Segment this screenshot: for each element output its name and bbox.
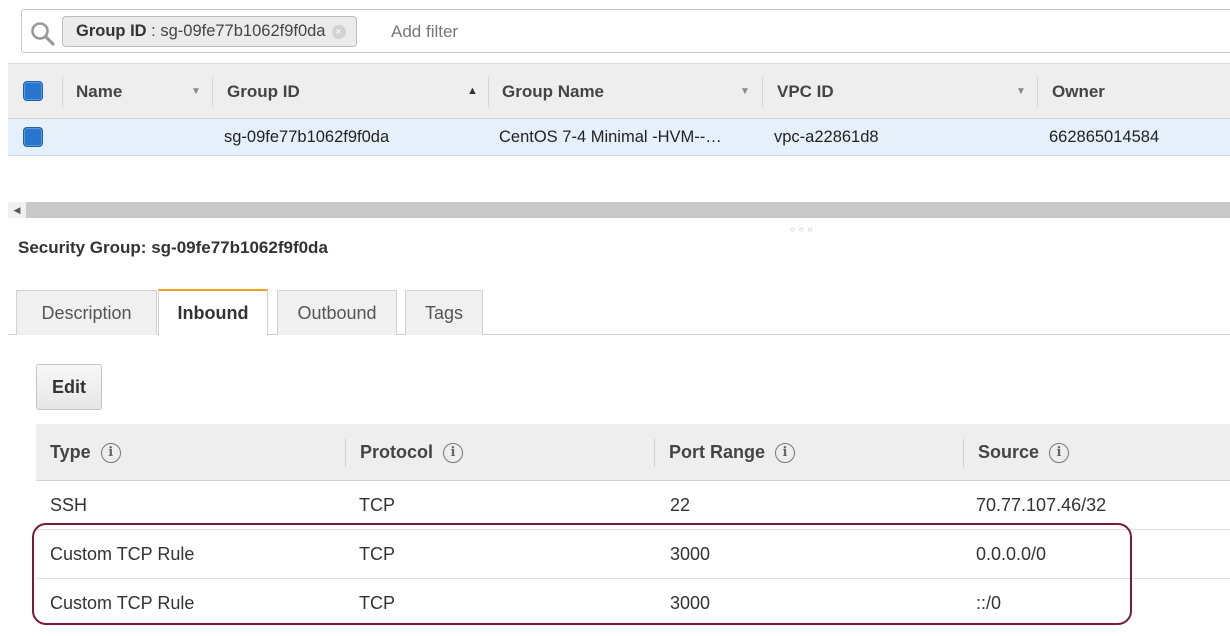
select-all-checkbox[interactable] — [23, 81, 43, 101]
column-divider — [488, 77, 489, 107]
cell-protocol: TCP — [359, 593, 395, 613]
table-row: SSH TCP 22 70.77.107.46/32 — [36, 481, 1230, 530]
add-filter-input[interactable] — [391, 19, 891, 45]
cell-port-range: 22 — [670, 495, 691, 515]
sort-caret-icon[interactable]: ▼ — [740, 64, 750, 119]
cell-source: 0.0.0.0/0 — [976, 544, 1047, 564]
column-divider — [963, 439, 964, 467]
details-title: Security Group: sg-09fe77b1062f9f0da — [18, 238, 328, 258]
search-icon — [31, 22, 55, 46]
table-row[interactable]: sg-09fe77b1062f9f0da CentOS 7-4 Minimal … — [8, 119, 1230, 156]
info-icon[interactable]: i — [775, 443, 796, 464]
cell-port-range: 3000 — [670, 544, 711, 564]
table-header: Type i Protocol i Port Range i Source i — [36, 424, 1230, 481]
column-divider — [212, 77, 213, 107]
column-header-group-name[interactable]: Group Name — [502, 64, 604, 119]
column-header-protocol-label: Protocol — [360, 442, 434, 462]
cell-protocol: TCP — [359, 495, 395, 515]
filter-chip-group-id[interactable]: Group ID : sg-09fe77b1062f9f0da × — [62, 16, 357, 47]
column-divider — [654, 439, 655, 467]
cell-group-id: sg-09fe77b1062f9f0da — [224, 128, 390, 146]
horizontal-scrollbar[interactable]: ◀ — [8, 202, 1230, 218]
column-header-protocol: Protocol i — [360, 424, 464, 481]
details-title-label: Security Group: — [18, 238, 152, 257]
column-header-name[interactable]: Name — [76, 64, 122, 119]
tab-outbound[interactable]: Outbound — [277, 290, 397, 335]
cell-source: 70.77.107.46/32 — [976, 495, 1107, 515]
filter-chip-separator: : — [146, 22, 161, 40]
column-header-type: Type i — [50, 424, 121, 481]
column-header-port-range: Port Range i — [669, 424, 796, 481]
cell-type: Custom TCP Rule — [50, 593, 195, 613]
column-header-vpc-id[interactable]: VPC ID — [777, 64, 834, 119]
cell-group-name: CentOS 7-4 Minimal -HVM--… — [499, 128, 722, 146]
row-checkbox[interactable] — [23, 127, 43, 147]
info-icon[interactable]: i — [1049, 443, 1070, 464]
cell-port-range: 3000 — [670, 593, 711, 613]
column-divider — [62, 77, 63, 107]
table-row: Custom TCP Rule TCP 3000 0.0.0.0/0 — [36, 530, 1230, 579]
filter-bar: Group ID : sg-09fe77b1062f9f0da × — [21, 9, 1230, 53]
filter-chip-key: Group ID — [76, 22, 147, 40]
filter-chip-value: sg-09fe77b1062f9f0da — [160, 22, 326, 40]
remove-filter-icon[interactable]: × — [331, 25, 346, 39]
sort-ascending-icon[interactable]: ▲ — [467, 64, 478, 119]
column-header-type-label: Type — [50, 442, 91, 462]
column-header-source-label: Source — [978, 442, 1040, 462]
tab-description[interactable]: Description — [16, 290, 157, 335]
column-header-port-range-label: Port Range — [669, 442, 766, 462]
cell-protocol: TCP — [359, 544, 395, 564]
column-header-group-id[interactable]: Group ID — [227, 64, 300, 119]
scroll-left-icon[interactable]: ◀ — [8, 202, 26, 218]
column-header-source: Source i — [978, 424, 1070, 481]
table-row: Custom TCP Rule TCP 3000 ::/0 — [36, 579, 1230, 628]
cell-type: Custom TCP Rule — [50, 544, 195, 564]
inbound-rules-table: Type i Protocol i Port Range i Source i SSH … — [36, 424, 1230, 628]
tab-tags[interactable]: Tags — [405, 290, 483, 335]
sort-caret-icon[interactable]: ▼ — [191, 64, 201, 119]
pane-resize-handle[interactable]: ○○○ — [790, 225, 817, 234]
column-divider — [762, 77, 763, 107]
details-tabs: Description Inbound Outbound Tags — [8, 289, 1230, 336]
column-divider — [1037, 77, 1038, 107]
cell-type: SSH — [50, 495, 88, 515]
info-icon[interactable]: i — [100, 443, 121, 464]
column-divider — [345, 439, 346, 467]
info-icon[interactable]: i — [443, 443, 464, 464]
cell-vpc-id[interactable]: vpc-a22861d8 — [774, 119, 879, 155]
table-header: Name ▼ Group ID ▲ Group Name ▼ VPC ID ▼ … — [8, 63, 1230, 119]
cell-source: ::/0 — [976, 593, 1002, 613]
column-header-owner[interactable]: Owner — [1052, 64, 1105, 119]
details-title-value: sg-09fe77b1062f9f0da — [151, 238, 328, 257]
cell-owner: 662865014584 — [1049, 128, 1160, 146]
sort-caret-icon[interactable]: ▼ — [1016, 64, 1026, 119]
edit-button[interactable]: Edit — [36, 364, 102, 410]
tab-inbound[interactable]: Inbound — [158, 289, 268, 336]
security-groups-table: Name ▼ Group ID ▲ Group Name ▼ VPC ID ▼ … — [8, 63, 1230, 156]
